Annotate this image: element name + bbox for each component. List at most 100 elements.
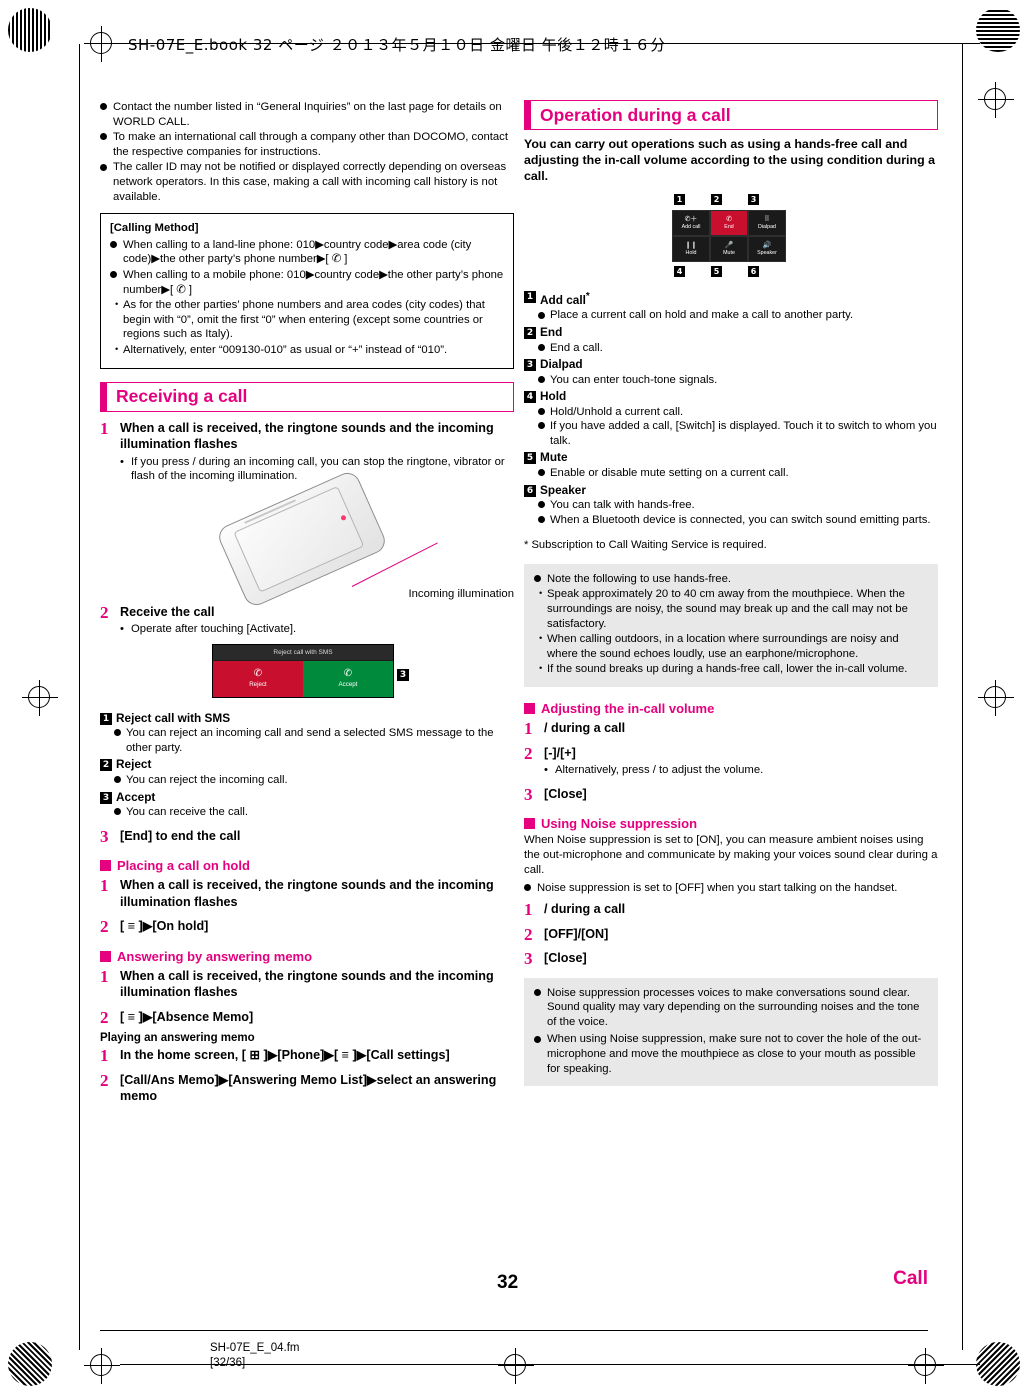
bullet-icon (110, 240, 117, 248)
subsection-using-noise-suppression: Using Noise suppression (524, 816, 938, 831)
noise-bullet-off-default: Noise suppression is set to [OFF] when y… (524, 881, 938, 896)
keydef-detail-3: You can receive the call. (100, 805, 514, 820)
calling-method-title: [Calling Method] (110, 222, 199, 235)
badge-icon: 3 (100, 791, 112, 804)
subsection-adjusting-in-call-volume: Adjusting the in-call volume (524, 701, 938, 716)
step-volume-3: 3 [Close] (524, 785, 938, 804)
bullet-icon (100, 103, 107, 111)
step-number: 1 (100, 418, 109, 438)
illustration-caption: Incoming illumination (408, 587, 515, 600)
step-number: 2 (100, 1070, 109, 1090)
calling-method-note-zero: ・ As for the other parties’ phone numbers… (111, 299, 485, 341)
key-mute: 🎤 Mute (710, 236, 748, 262)
bullet-icon (538, 422, 545, 430)
middle-dot-icon: ・ (111, 343, 123, 356)
phone-device-graphic (215, 468, 389, 609)
subsection-label: Adjusting the in-call volume (541, 701, 715, 717)
crop-line-right (962, 44, 963, 1350)
step-subnote: • Alternatively, press / to adjust the vo… (544, 764, 764, 777)
step-receiving-3: 3 [End] to end the call (100, 827, 514, 846)
step-text: [ ≡ ]▶[Absence Memo] (120, 1009, 254, 1024)
step-number: 2 (100, 917, 109, 937)
step-number: 1 (524, 900, 533, 920)
section-heading-label: Operation during a call (540, 104, 731, 125)
bullet-icon (538, 469, 545, 477)
step-text: [OFF]/[ON] (544, 926, 609, 941)
bullet-icon (524, 883, 531, 891)
badge-icon: 2 (524, 327, 536, 340)
corner-mark-top-right (976, 8, 1020, 52)
registration-mark-bottom-left (84, 1348, 120, 1384)
calling-method-mobile: When calling to a mobile phone: 010▶coun… (110, 268, 504, 297)
badge-icon: 2 (100, 759, 112, 772)
note-dot-outdoors: ・ When calling outdoors, in a location wh… (535, 633, 899, 660)
subsection-answering-memo: Answering by answering memo (100, 949, 514, 964)
middle-dot-icon: ・ (535, 633, 547, 646)
step-noise-3: 3 [Close] (524, 949, 938, 969)
footnote-marker: * (585, 291, 590, 302)
bullet-icon (114, 808, 121, 816)
step-text: Receive the call (120, 604, 215, 619)
badge-icon: 1 (524, 291, 536, 303)
keydef-name: Add call* (540, 291, 590, 307)
step-text: [-]/[+] (544, 745, 576, 760)
step-noise-1: 1 / during a call (524, 900, 938, 920)
bullet-international-call: To make an international call through a … (100, 130, 514, 159)
step-hold-2: 2 [ ≡ ]▶[On hold] (100, 917, 514, 937)
bullet-icon (538, 375, 545, 383)
middle-dot-icon: • (120, 623, 124, 636)
calling-method-box: [Calling Method] When calling to a land-… (100, 213, 514, 369)
keydef-name: Reject call with SMS (116, 710, 231, 725)
callout-badge-3: 3 (397, 668, 409, 681)
step-receiving-1: 1 When a call is received, the ringtone … (100, 418, 514, 484)
step-number: 2 (100, 1007, 109, 1027)
registration-mark-top-right (978, 82, 1014, 118)
step-playing-memo-1: 1 In the home screen, [ ⊞ ]▶[Phone]▶[ ≡ … (100, 1046, 514, 1066)
hold-icon: ❙❙ (685, 242, 697, 249)
keydef-name: Speaker (540, 482, 586, 497)
keydef-head-1: 1 Reject call with SMS (100, 711, 514, 727)
step-number: 1 (100, 1046, 109, 1066)
operation-key-definitions: 1 Add call* Place a current call on hold… (524, 289, 938, 527)
bullet-icon (538, 407, 545, 415)
key-add-call: ✆＋ Add call (672, 210, 710, 236)
keydef-head-mute: 5 Mute (524, 450, 938, 466)
note-bullet-mic-hole: When using Noise suppression, make sure … (534, 1032, 928, 1076)
keydef-detail-hold-2: If you have added a call, [Switch] is di… (524, 419, 938, 448)
step-receiving-2: 2 Receive the call • Operate after touchi… (100, 603, 514, 637)
incoming-call-screen-illustration: 1 2 3 Reject call with SMS ✆Reject ✆Acce… (100, 643, 514, 708)
key-speaker: 🔊 Speaker (748, 236, 786, 262)
middle-dot-icon: ・ (535, 588, 547, 601)
step-text: In the home screen, [ ⊞ ]▶[Phone]▶[ ≡ ]▶… (120, 1048, 450, 1063)
phone-icon: ✆ (343, 668, 353, 680)
phone-illustration: Incoming illumination (100, 468, 515, 609)
step-text: [ ≡ ]▶[On hold] (120, 919, 209, 934)
noise-suppression-note-box: Noise suppression processes voices to ma… (524, 977, 938, 1087)
bullet-icon (538, 501, 545, 509)
step-memo-2: 2 [ ≡ ]▶[Absence Memo] (100, 1007, 514, 1027)
section-heading-receiving-a-call: Receiving a call (100, 381, 514, 412)
registration-mark-left-mid (22, 680, 58, 716)
keydef-detail-dialpad: You can enter touch-tone signals. (524, 373, 938, 388)
step-number: 3 (524, 949, 533, 969)
operation-intro-text: You can carry out operations such as usi… (524, 137, 935, 183)
bullet-icon (534, 1035, 541, 1043)
subsection-label: Placing a call on hold (117, 858, 250, 874)
badge-icon: 5 (524, 452, 536, 465)
step-subnote: • Operate after touching [Activate]. (120, 623, 297, 636)
keydef-name: Hold (540, 389, 567, 404)
note-dot-distance: ・ Speak approximately 20 to 40 cm away fr… (535, 588, 908, 630)
badge-icon: 4 (524, 391, 536, 404)
key-dialpad: ⠿ Dialpad (748, 210, 786, 236)
note-bullet-processing: Noise suppression processes voices to ma… (534, 986, 928, 1030)
middle-dot-icon: ・ (535, 663, 547, 676)
keydef-detail-speaker-1: You can talk with hands-free. (524, 498, 938, 513)
section-heading-label: Receiving a call (116, 386, 248, 406)
keydef-head-hold: 4 Hold (524, 389, 938, 405)
key-end: ✆ End (710, 210, 748, 236)
step-number: 1 (100, 876, 109, 896)
callout-badge-3: 3 (748, 194, 759, 205)
key-hold: ❙❙ Hold (672, 236, 710, 262)
footer-file-name: SH-07E_E_04.fm (210, 1342, 300, 1354)
step-number: 2 (524, 924, 533, 944)
